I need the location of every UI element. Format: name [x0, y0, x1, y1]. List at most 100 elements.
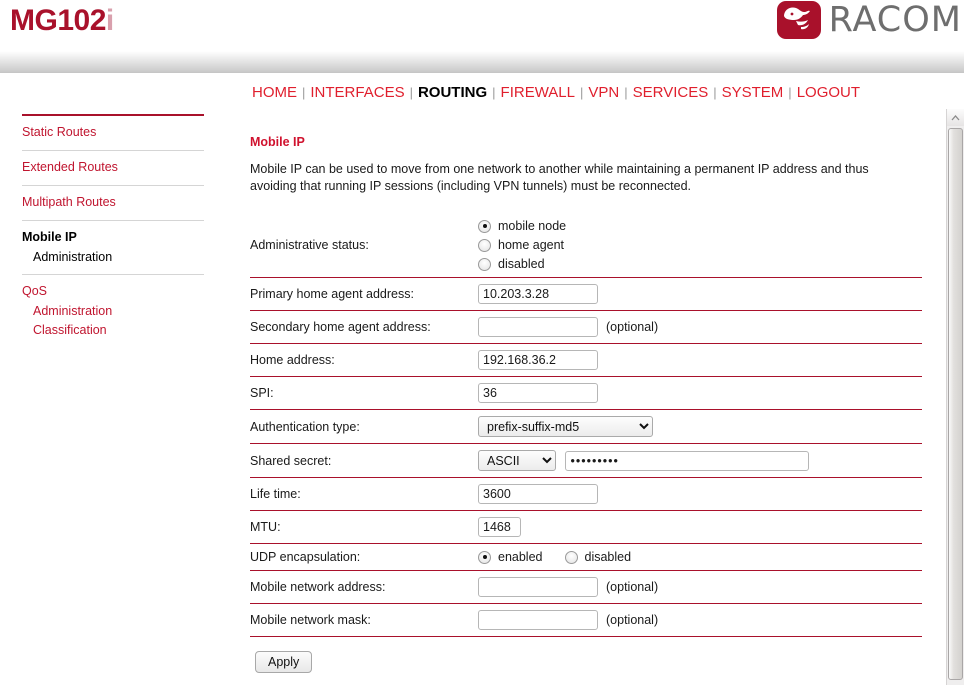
- header-gradient-divider: [0, 48, 964, 73]
- form-row-life-time: Life time:: [250, 478, 922, 511]
- form-row-auth-type: Authentication type: prefix-suffix-md5: [250, 410, 922, 444]
- nav-item-logout[interactable]: LOGOUT: [797, 84, 860, 101]
- sidebar: Static Routes Extended Routes Multipath …: [22, 114, 204, 347]
- form-row-shared-secret: Shared secret: ASCII: [250, 444, 922, 478]
- mobile-network-address-input[interactable]: [478, 577, 598, 597]
- form-row-admin-status: Administrative status: mobile node home …: [250, 213, 922, 278]
- radio-label-mobile-node: mobile node: [498, 219, 567, 233]
- nav-separator: |: [409, 85, 413, 100]
- nav-separator: |: [713, 85, 717, 100]
- nav-separator: |: [302, 85, 306, 100]
- sidebar-item-extended-routes[interactable]: Extended Routes: [22, 158, 204, 177]
- label-mobile-network-mask: Mobile network mask:: [250, 613, 371, 627]
- sidebar-group-static-routes: Static Routes: [22, 116, 204, 151]
- primary-home-agent-input[interactable]: [478, 284, 598, 304]
- shared-secret-input[interactable]: [565, 450, 810, 471]
- auth-type-select[interactable]: prefix-suffix-md5: [478, 416, 653, 437]
- label-home-address: Home address:: [250, 353, 335, 367]
- mobile-network-mask-input[interactable]: [478, 610, 598, 630]
- sidebar-group-qos: QoS Administration Classification: [22, 275, 204, 347]
- sidebar-group-mobile-ip: Mobile IP Administration: [22, 221, 204, 275]
- sidebar-item-multipath-routes[interactable]: Multipath Routes: [22, 193, 204, 212]
- form-row-mobile-network-mask: Mobile network mask: (optional): [250, 604, 922, 637]
- home-address-input[interactable]: [478, 350, 598, 370]
- udp-encapsulation-radio-group: enabled disabled: [478, 550, 922, 564]
- radio-udp-enabled-icon[interactable]: [478, 550, 491, 564]
- radio-option-udp-enabled[interactable]: enabled: [478, 550, 543, 564]
- spi-input[interactable]: [478, 383, 598, 403]
- nav-separator: |: [624, 85, 628, 100]
- radio-udp-disabled-icon[interactable]: [564, 550, 578, 564]
- form-row-udp-encapsulation: UDP encapsulation: enabled disabled: [250, 544, 922, 571]
- radio-disabled-icon[interactable]: [478, 257, 491, 271]
- nav-separator: |: [788, 85, 792, 100]
- vertical-scrollbar[interactable]: [946, 109, 964, 685]
- sidebar-item-mobile-ip[interactable]: Mobile IP: [22, 228, 204, 247]
- brand-logo: RACOM: [776, 0, 962, 40]
- form-row-home-address: Home address:: [250, 344, 922, 377]
- product-title: MG102i: [10, 4, 114, 38]
- sidebar-subitem-qos-administration[interactable]: Administration: [22, 301, 204, 320]
- sidebar-subitem-mobile-ip-administration[interactable]: Administration: [22, 247, 204, 266]
- label-mtu: MTU:: [250, 520, 281, 534]
- form-row-mobile-network-address: Mobile network address: (optional): [250, 571, 922, 604]
- page-body: Static Routes Extended Routes Multipath …: [0, 109, 964, 685]
- page-title: Mobile IP: [250, 135, 305, 149]
- nav-item-services[interactable]: SERVICES: [633, 84, 709, 101]
- sidebar-group-multipath-routes: Multipath Routes: [22, 186, 204, 221]
- label-admin-status: Administrative status:: [250, 238, 369, 252]
- optional-note-mobile-network-mask: (optional): [606, 613, 659, 627]
- label-shared-secret: Shared secret:: [250, 453, 332, 468]
- scrollbar-thumb[interactable]: [948, 128, 963, 680]
- sidebar-subitem-qos-classification[interactable]: Classification: [22, 320, 204, 339]
- shared-secret-encoding-select[interactable]: ASCII: [478, 450, 556, 471]
- form-actions: Apply: [250, 651, 922, 673]
- optional-note-secondary-home-agent: (optional): [606, 320, 659, 334]
- radio-label-home-agent: home agent: [498, 238, 565, 252]
- nav-item-firewall[interactable]: FIREWALL: [501, 84, 575, 101]
- form-row-secondary-home-agent: Secondary home agent address: (optional): [250, 311, 922, 344]
- admin-status-radio-group: mobile node home agent disabled: [478, 219, 922, 271]
- radio-label-disabled: disabled: [498, 257, 545, 271]
- top-navigation: HOME | INTERFACES | ROUTING | FIREWALL | VPN | SER…: [0, 73, 964, 109]
- product-name-suffix: i: [105, 4, 114, 37]
- product-name: MG102: [10, 4, 106, 37]
- sidebar-item-qos[interactable]: QoS: [22, 282, 204, 301]
- label-spi: SPI:: [250, 386, 274, 400]
- label-udp-encapsulation: UDP encapsulation:: [250, 550, 361, 564]
- page-description: Mobile IP can be used to move from one n…: [250, 162, 869, 193]
- sidebar-item-static-routes[interactable]: Static Routes: [22, 123, 204, 142]
- radio-mobile-node-icon[interactable]: [478, 219, 491, 233]
- label-life-time: Life time:: [250, 487, 301, 501]
- radio-option-home-agent[interactable]: home agent: [478, 238, 922, 252]
- radio-option-udp-disabled[interactable]: disabled: [564, 550, 631, 564]
- radio-option-disabled[interactable]: disabled: [478, 257, 922, 271]
- label-secondary-home-agent: Secondary home agent address:: [250, 320, 431, 334]
- racom-bird-icon: [776, 1, 821, 39]
- nav-item-routing[interactable]: ROUTING: [418, 84, 487, 101]
- radio-option-mobile-node[interactable]: mobile node: [478, 219, 922, 233]
- optional-note-mobile-network-address: (optional): [606, 580, 659, 594]
- label-mobile-network-address: Mobile network address:: [250, 580, 386, 594]
- mobile-ip-form: Administrative status: mobile node home …: [250, 213, 922, 637]
- secondary-home-agent-input[interactable]: [478, 317, 598, 337]
- form-row-primary-home-agent: Primary home agent address:: [250, 278, 922, 311]
- nav-item-interfaces[interactable]: INTERFACES: [310, 84, 404, 101]
- nav-item-system[interactable]: SYSTEM: [722, 84, 784, 101]
- life-time-input[interactable]: [478, 484, 598, 504]
- nav-separator: |: [492, 85, 496, 100]
- mtu-input[interactable]: [478, 517, 521, 537]
- label-auth-type: Authentication type:: [250, 419, 360, 434]
- chevron-up-icon: [951, 114, 960, 120]
- label-primary-home-agent: Primary home agent address:: [250, 287, 414, 301]
- apply-button[interactable]: Apply: [255, 651, 313, 673]
- nav-item-home[interactable]: HOME: [252, 84, 297, 101]
- nav-separator: |: [580, 85, 584, 100]
- nav-item-vpn[interactable]: VPN: [588, 84, 619, 101]
- page-header: MG102i RACOM: [0, 0, 964, 48]
- form-row-mtu: MTU:: [250, 511, 922, 544]
- scroll-up-button[interactable]: [947, 109, 964, 126]
- sidebar-group-extended-routes: Extended Routes: [22, 151, 204, 186]
- radio-home-agent-icon[interactable]: [478, 238, 491, 252]
- brand-wordmark: RACOM: [828, 0, 962, 40]
